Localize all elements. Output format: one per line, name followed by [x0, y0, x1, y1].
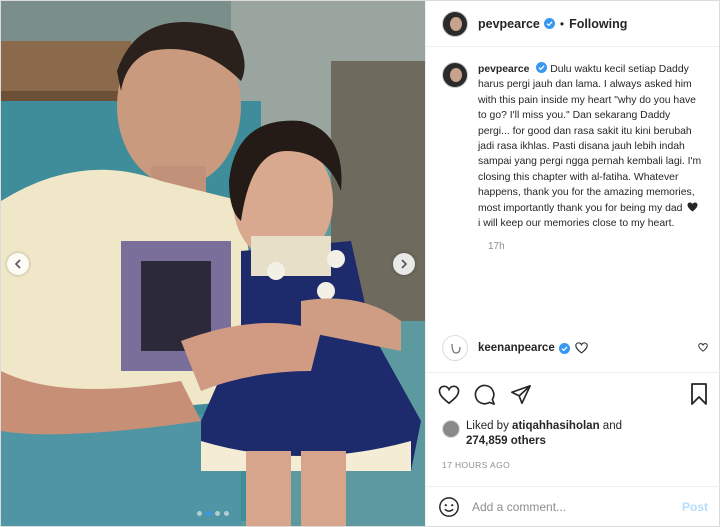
emoji-icon[interactable] — [438, 496, 460, 518]
likes-joiner: and — [602, 420, 622, 432]
verified-icon — [558, 342, 570, 354]
likes-summary: Liked by atiqahhasiholan and 274,859 oth… — [442, 419, 622, 449]
caption-time: 17h — [488, 241, 505, 253]
caption-username[interactable]: pevpearce — [478, 64, 529, 75]
chevron-right-icon — [401, 259, 408, 269]
likes-prefix: Liked by — [466, 420, 509, 432]
like-comment-heart-icon[interactable] — [698, 343, 708, 352]
save-button[interactable] — [690, 383, 708, 410]
comment-heart-emoji-icon — [574, 342, 588, 354]
author-username[interactable]: pevpearce — [478, 17, 540, 31]
post-photo[interactable] — [1, 1, 425, 526]
carousel-dot — [224, 511, 229, 516]
carousel-dot — [215, 511, 220, 516]
verified-icon — [536, 62, 548, 73]
caption-section: pevpearce Dulu waktu kecil setiap Daddy … — [426, 48, 720, 333]
caption-avatar[interactable] — [442, 62, 468, 88]
black-heart-emoji-icon — [687, 202, 698, 212]
carousel-prev-button[interactable] — [7, 253, 29, 275]
post-side-panel: pevpearce • Following pevpearce Dulu wak… — [425, 1, 720, 526]
post-timestamp: 17 HOURS AGO — [442, 460, 511, 470]
photo-scene — [1, 1, 425, 526]
comment-input[interactable]: Add a comment... — [472, 500, 682, 514]
comment-button[interactable] — [474, 384, 496, 406]
post-comment-button[interactable]: Post — [682, 500, 708, 514]
carousel-indicator — [1, 511, 425, 516]
comment-row: keenanpearce — [442, 335, 720, 361]
action-bar — [426, 372, 720, 416]
comment-icon — [474, 384, 495, 405]
following-button[interactable]: Following — [569, 17, 627, 31]
heart-icon — [438, 385, 460, 404]
post-header: pevpearce • Following — [426, 1, 719, 47]
author-avatar[interactable] — [442, 10, 468, 37]
chevron-left-icon — [14, 259, 21, 269]
liker-avatar[interactable] — [442, 420, 460, 438]
share-icon — [511, 384, 531, 404]
instagram-post: pevpearce • Following pevpearce Dulu wak… — [0, 0, 720, 527]
caption-body: Dulu waktu kecil setiap Daddy harus perg… — [478, 64, 702, 214]
verified-icon — [543, 18, 555, 29]
carousel-dot — [197, 511, 202, 516]
add-comment-bar: Add a comment... Post — [426, 486, 720, 526]
carousel-dot — [206, 511, 211, 516]
likes-text: Liked by atiqahhasiholan and 274,859 oth… — [466, 419, 622, 449]
comment-avatar[interactable] — [442, 335, 468, 361]
header-separator: • — [559, 16, 565, 31]
comment-username[interactable]: keenanpearce — [478, 342, 555, 354]
likes-count[interactable]: 274,859 others — [466, 435, 546, 447]
liker-username[interactable]: atiqahhasiholan — [512, 420, 600, 432]
caption-text: pevpearce Dulu waktu kecil setiap Daddy … — [478, 62, 704, 231]
commenter-logo-icon — [451, 343, 461, 354]
carousel-next-button[interactable] — [393, 253, 415, 275]
bookmark-icon — [691, 383, 707, 405]
share-button[interactable] — [510, 384, 532, 406]
like-button[interactable] — [438, 385, 460, 405]
caption-body-end: i will keep our memories close to my hea… — [478, 218, 675, 230]
